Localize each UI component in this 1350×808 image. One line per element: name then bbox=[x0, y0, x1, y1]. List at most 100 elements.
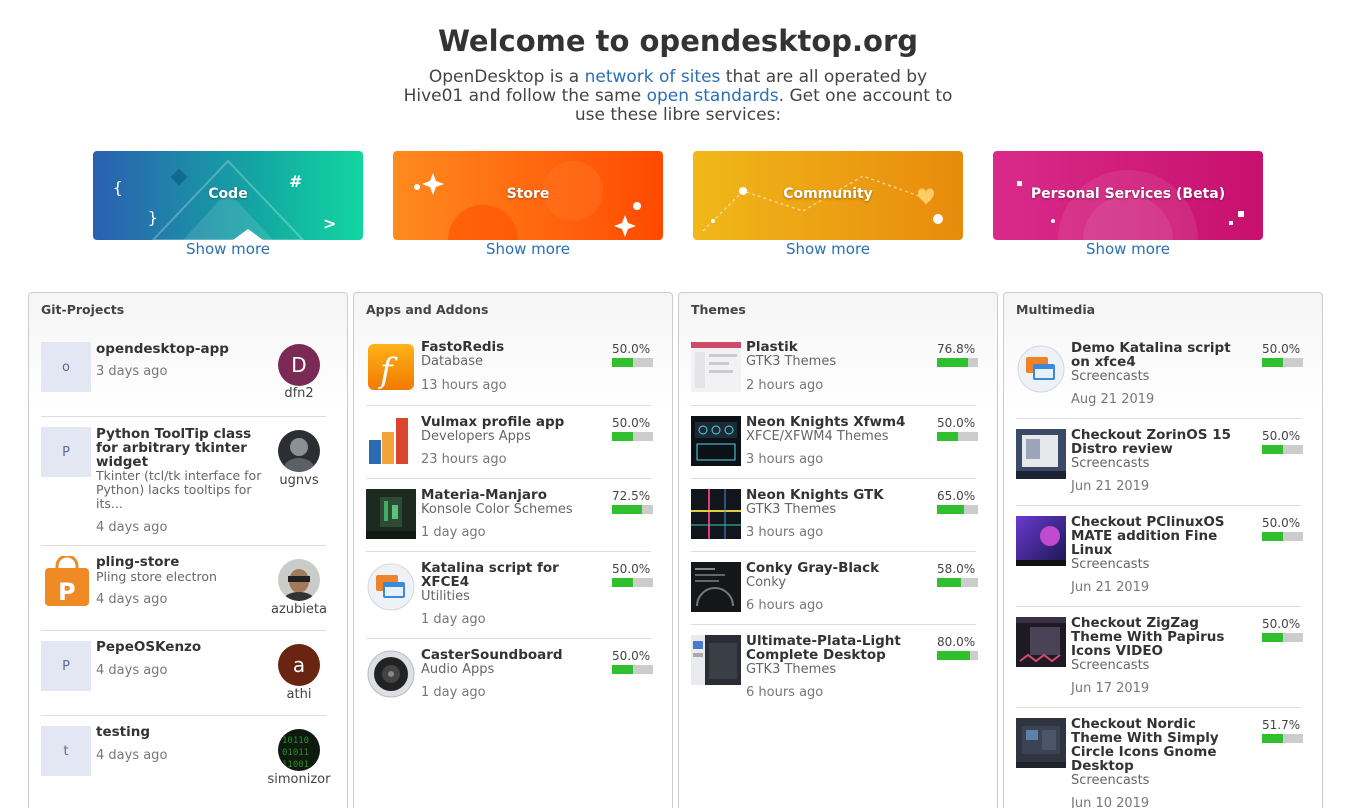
avatar-image bbox=[283, 438, 315, 472]
community-show-more-link[interactable]: Show more bbox=[693, 240, 963, 258]
avatar-username[interactable]: azubieta bbox=[259, 602, 339, 617]
personal-services-show-more-link[interactable]: Show more bbox=[993, 240, 1263, 258]
product-title[interactable]: Conky Gray-Black bbox=[746, 561, 916, 575]
personal-services-card-label: Personal Services (Beta) bbox=[1030, 186, 1226, 202]
product-category[interactable]: Screencasts bbox=[1071, 557, 1149, 572]
git-project-item[interactable]: P PepeOSKenzo 4 days ago a athi bbox=[41, 630, 326, 715]
network-of-sites-link[interactable]: network of sites bbox=[585, 67, 721, 87]
project-title[interactable]: opendesktop-app bbox=[96, 342, 266, 356]
rating-text: 50.0% bbox=[612, 562, 651, 576]
rating-text: 50.0% bbox=[1262, 342, 1301, 356]
svg-text:P: P bbox=[58, 578, 76, 606]
project-title[interactable]: Python ToolTip class for arbitrary tkint… bbox=[96, 427, 266, 469]
product-title[interactable]: Checkout Nordic Theme With Simply Circle… bbox=[1071, 717, 1241, 773]
avatar[interactable]: a bbox=[278, 644, 320, 686]
product-title[interactable]: Demo Katalina script on xfce4 bbox=[1071, 341, 1241, 369]
open-standards-link[interactable]: open standards bbox=[647, 86, 779, 106]
product-category[interactable]: Screencasts bbox=[1071, 658, 1149, 673]
product-item[interactable]: Demo Katalina script on xfce4 Screencast… bbox=[1016, 334, 1303, 418]
avatar[interactable] bbox=[278, 559, 320, 601]
rating-bar-fill bbox=[612, 432, 633, 441]
product-item[interactable]: Vulmax profile app Developers Apps 23 ho… bbox=[366, 405, 653, 478]
svg-text:>: > bbox=[323, 214, 336, 233]
code-card[interactable]: { } # > Code bbox=[93, 151, 363, 240]
product-title[interactable]: Ultimate-Plata-Light Complete Desktop bbox=[746, 634, 916, 662]
product-category[interactable]: GTK3 Themes bbox=[746, 354, 836, 369]
avatar-username[interactable]: athi bbox=[259, 687, 339, 702]
product-category[interactable]: Screencasts bbox=[1071, 773, 1149, 788]
git-project-item[interactable]: P pling-store Pling store electron 4 day… bbox=[41, 545, 327, 630]
project-title[interactable]: PepeOSKenzo bbox=[96, 640, 266, 654]
product-category[interactable]: Screencasts bbox=[1071, 456, 1149, 471]
product-title[interactable]: Checkout ZigZag Theme With Papirus Icons… bbox=[1071, 616, 1241, 658]
product-category[interactable]: Audio Apps bbox=[421, 662, 494, 677]
product-category[interactable]: GTK3 Themes bbox=[746, 662, 836, 677]
rating-bar bbox=[1262, 532, 1303, 541]
product-title[interactable]: Checkout PClinuxOS MATE addition Fine Li… bbox=[1071, 515, 1241, 557]
product-title[interactable]: Vulmax profile app bbox=[421, 415, 591, 429]
rating-bar bbox=[612, 665, 653, 674]
product-item[interactable]: Checkout PClinuxOS MATE addition Fine Li… bbox=[1016, 505, 1303, 606]
product-item[interactable]: Neon Knights Xfwm4 XFCE/XFWM4 Themes 3 h… bbox=[691, 405, 978, 478]
rating-text: 65.0% bbox=[937, 489, 976, 503]
git-project-item[interactable]: o opendesktop-app 3 days ago D dfn2 bbox=[41, 334, 326, 416]
product-item[interactable]: Checkout Nordic Theme With Simply Circle… bbox=[1016, 707, 1303, 808]
product-title[interactable]: Checkout ZorinOS 15 Distro review bbox=[1071, 428, 1241, 456]
castersoundboard-icon bbox=[366, 649, 416, 699]
product-item[interactable]: Materia-Manjaro Konsole Color Schemes 1 … bbox=[366, 478, 653, 551]
product-category[interactable]: Konsole Color Schemes bbox=[421, 502, 573, 517]
product-title[interactable]: FastoRedis bbox=[421, 340, 591, 354]
product-time: Aug 21 2019 bbox=[1071, 392, 1155, 407]
intro-text-part: OpenDesktop is a bbox=[428, 67, 585, 87]
product-item[interactable]: Katalina script for XFCE4 Utilities 1 da… bbox=[366, 551, 653, 638]
store-show-more-link[interactable]: Show more bbox=[393, 240, 663, 258]
rating-text: 58.0% bbox=[937, 562, 976, 576]
product-category[interactable]: XFCE/XFWM4 Themes bbox=[746, 429, 889, 444]
nordic-thumbnail bbox=[1016, 718, 1066, 768]
product-item[interactable]: Checkout ZigZag Theme With Papirus Icons… bbox=[1016, 606, 1303, 707]
community-card[interactable]: Community bbox=[693, 151, 963, 240]
product-title[interactable]: Materia-Manjaro bbox=[421, 488, 591, 502]
avatar[interactable]: 10110 01011 11001 bbox=[278, 729, 320, 771]
avatar[interactable] bbox=[278, 430, 320, 472]
git-project-item[interactable]: t testing 4 days ago 10110 01011 11001 sim… bbox=[41, 715, 330, 800]
product-item[interactable]: Neon Knights GTK GTK3 Themes 3 hours ago… bbox=[691, 478, 978, 551]
product-title[interactable]: CasterSoundboard bbox=[421, 648, 591, 662]
product-item[interactable]: Ultimate-Plata-Light Complete Desktop GT… bbox=[691, 624, 978, 711]
project-title[interactable]: testing bbox=[96, 725, 266, 739]
product-item[interactable]: Checkout ZorinOS 15 Distro review Screen… bbox=[1016, 418, 1303, 505]
product-category[interactable]: Screencasts bbox=[1071, 369, 1149, 384]
panel-title: Git-Projects bbox=[41, 302, 125, 317]
product-time: Jun 10 2019 bbox=[1071, 796, 1150, 808]
rating-text: 50.0% bbox=[612, 342, 651, 356]
git-projects-panel: Git-Projects o opendesktop-app 3 days ag… bbox=[28, 292, 348, 808]
project-title[interactable]: pling-store bbox=[96, 555, 266, 569]
product-category[interactable]: Conky bbox=[746, 575, 786, 590]
product-category[interactable]: Developers Apps bbox=[421, 429, 531, 444]
product-item[interactable]: f FastoRedis Database 13 hours ago 50.0% bbox=[366, 334, 653, 405]
rating-text: 51.7% bbox=[1262, 718, 1301, 732]
product-title[interactable]: Katalina script for XFCE4 bbox=[421, 561, 591, 589]
avatar[interactable]: D bbox=[278, 344, 320, 386]
product-title[interactable]: Plastik bbox=[746, 340, 916, 354]
plastik-thumbnail bbox=[691, 342, 741, 392]
rating-bar bbox=[937, 651, 978, 660]
avatar-username[interactable]: dfn2 bbox=[259, 386, 339, 401]
product-item[interactable]: Plastik GTK3 Themes 2 hours ago 76.8% bbox=[691, 334, 978, 405]
product-item[interactable]: CasterSoundboard Audio Apps 1 day ago 50… bbox=[366, 638, 653, 711]
avatar-username[interactable]: simonizor bbox=[259, 772, 339, 787]
product-title[interactable]: Neon Knights Xfwm4 bbox=[746, 415, 916, 429]
rating-text: 50.0% bbox=[937, 416, 976, 430]
product-item[interactable]: Conky Gray-Black Conky 6 hours ago 58.0% bbox=[691, 551, 978, 624]
rating-bar-fill bbox=[612, 578, 633, 587]
product-category[interactable]: Utilities bbox=[421, 589, 470, 604]
project-letter-icon: P bbox=[41, 427, 91, 477]
product-category[interactable]: Database bbox=[421, 354, 483, 369]
product-title[interactable]: Neon Knights GTK bbox=[746, 488, 916, 502]
avatar-username[interactable]: ugnvs bbox=[259, 473, 339, 488]
code-show-more-link[interactable]: Show more bbox=[93, 240, 363, 258]
store-card[interactable]: Store bbox=[393, 151, 663, 240]
personal-services-card[interactable]: Personal Services (Beta) bbox=[993, 151, 1263, 240]
git-project-item[interactable]: P Python ToolTip class for arbitrary tki… bbox=[41, 416, 326, 545]
product-category[interactable]: GTK3 Themes bbox=[746, 502, 836, 517]
